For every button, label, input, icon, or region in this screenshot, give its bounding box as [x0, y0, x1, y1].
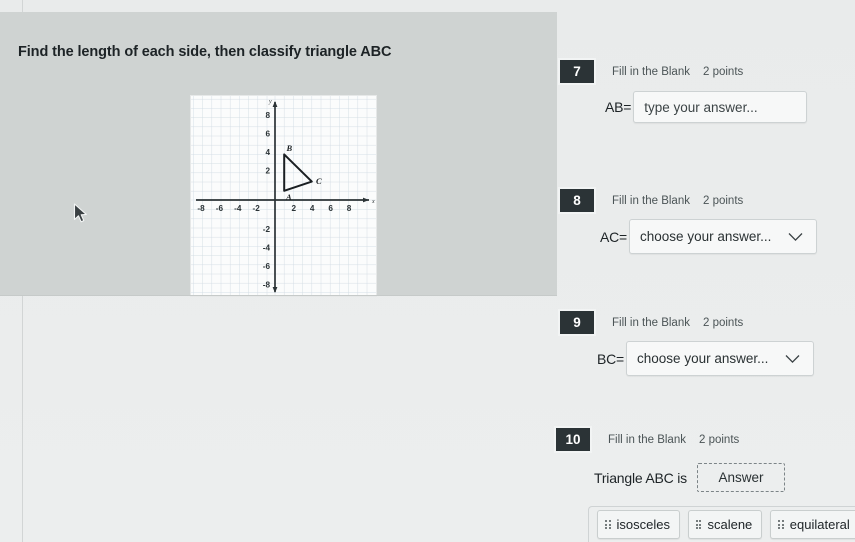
- question-9-points: 2 points: [702, 316, 744, 329]
- question-8-label: AC=: [600, 228, 628, 245]
- question-7-answer-row: AB=: [605, 91, 808, 123]
- svg-text:4: 4: [310, 204, 315, 213]
- drag-handle-icon: [778, 520, 784, 529]
- svg-text:C: C: [316, 176, 322, 186]
- coordinate-plane-figure: x y -8 -6 -4 -2 2 4 6 8 8 6 4 2 -2 -4 -6…: [190, 95, 377, 297]
- mouse-pointer-icon: [73, 203, 87, 223]
- page-title: Find the length of each side, then class…: [18, 44, 392, 60]
- question-10-number: 10: [554, 426, 592, 453]
- chevron-down-icon: [785, 354, 800, 363]
- svg-text:-4: -4: [234, 204, 242, 213]
- question-stem-panel: Find the length of each side, then class…: [0, 12, 557, 297]
- svg-text:2: 2: [265, 167, 270, 176]
- svg-text:6: 6: [328, 204, 333, 213]
- svg-text:-8: -8: [197, 204, 205, 213]
- question-10-label: Triangle ABC is: [594, 469, 687, 486]
- question-8-header: 8 Fill in the Blank 2 points: [558, 187, 743, 214]
- svg-text:x: x: [371, 199, 375, 205]
- svg-text:-6: -6: [263, 262, 271, 271]
- svg-text:B: B: [286, 143, 293, 153]
- question-7-points: 2 points: [702, 65, 744, 78]
- question-9-header: 9 Fill in the Blank 2 points: [558, 309, 743, 336]
- classification-dropzone[interactable]: Answer: [696, 463, 785, 492]
- question-8-answer-row: AC= choose your answer...: [600, 219, 818, 254]
- ac-answer-select-value: choose your answer...: [640, 229, 772, 244]
- question-9-answer-row: BC= choose your answer...: [597, 341, 815, 376]
- svg-text:8: 8: [347, 204, 352, 213]
- bc-answer-select-value: choose your answer...: [637, 351, 769, 366]
- answer-chip-label: equilateral: [789, 517, 850, 532]
- question-9-label: BC=: [597, 350, 625, 367]
- question-10-points: 2 points: [698, 433, 740, 446]
- svg-text:4: 4: [265, 148, 270, 157]
- svg-text:-8: -8: [263, 281, 271, 290]
- question-7-header: 7 Fill in the Blank 2 points: [558, 58, 743, 85]
- question-8-type: Fill in the Blank: [612, 194, 690, 207]
- answer-chip-tray: isosceles scalene equilateral: [588, 506, 855, 542]
- svg-text:A: A: [285, 192, 292, 202]
- answer-chip-equilateral[interactable]: equilateral: [770, 510, 855, 539]
- coordinate-plane-svg: x y -8 -6 -4 -2 2 4 6 8 8 6 4 2 -2 -4 -6…: [191, 96, 376, 296]
- answer-chip-label: isosceles: [616, 517, 670, 532]
- question-7-number: 7: [558, 58, 596, 85]
- assessment-screen: Find the length of each side, then class…: [0, 0, 855, 542]
- question-8-points: 2 points: [702, 194, 744, 207]
- svg-text:-2: -2: [263, 225, 271, 234]
- question-7-type: Fill in the Blank: [612, 65, 690, 78]
- question-10-type: Fill in the Blank: [608, 433, 686, 446]
- ab-answer-input[interactable]: [633, 91, 808, 123]
- svg-text:-6: -6: [216, 204, 224, 213]
- answer-chip-isosceles[interactable]: isosceles: [597, 510, 680, 539]
- ac-answer-select[interactable]: choose your answer...: [629, 219, 818, 254]
- chevron-down-icon: [788, 232, 803, 241]
- answer-chip-scalene[interactable]: scalene: [687, 510, 763, 539]
- drag-handle-icon: [695, 520, 702, 529]
- svg-text:6: 6: [265, 130, 270, 139]
- question-8-number: 8: [558, 187, 596, 214]
- question-9-type: Fill in the Blank: [612, 316, 690, 329]
- question-10-header: 10 Fill in the Blank 2 points: [554, 426, 739, 453]
- bc-answer-select[interactable]: choose your answer...: [626, 341, 815, 376]
- svg-text:-2: -2: [253, 204, 261, 213]
- svg-text:-4: -4: [263, 244, 271, 253]
- svg-text:8: 8: [265, 111, 270, 120]
- question-9-number: 9: [558, 309, 596, 336]
- question-7-label: AB=: [605, 99, 632, 115]
- svg-text:2: 2: [292, 204, 297, 213]
- svg-text:y: y: [268, 99, 272, 105]
- question-10-answer-row: Triangle ABC is Answer: [594, 463, 785, 492]
- answer-chip-label: scalene: [707, 517, 753, 532]
- drag-handle-icon: [605, 520, 611, 529]
